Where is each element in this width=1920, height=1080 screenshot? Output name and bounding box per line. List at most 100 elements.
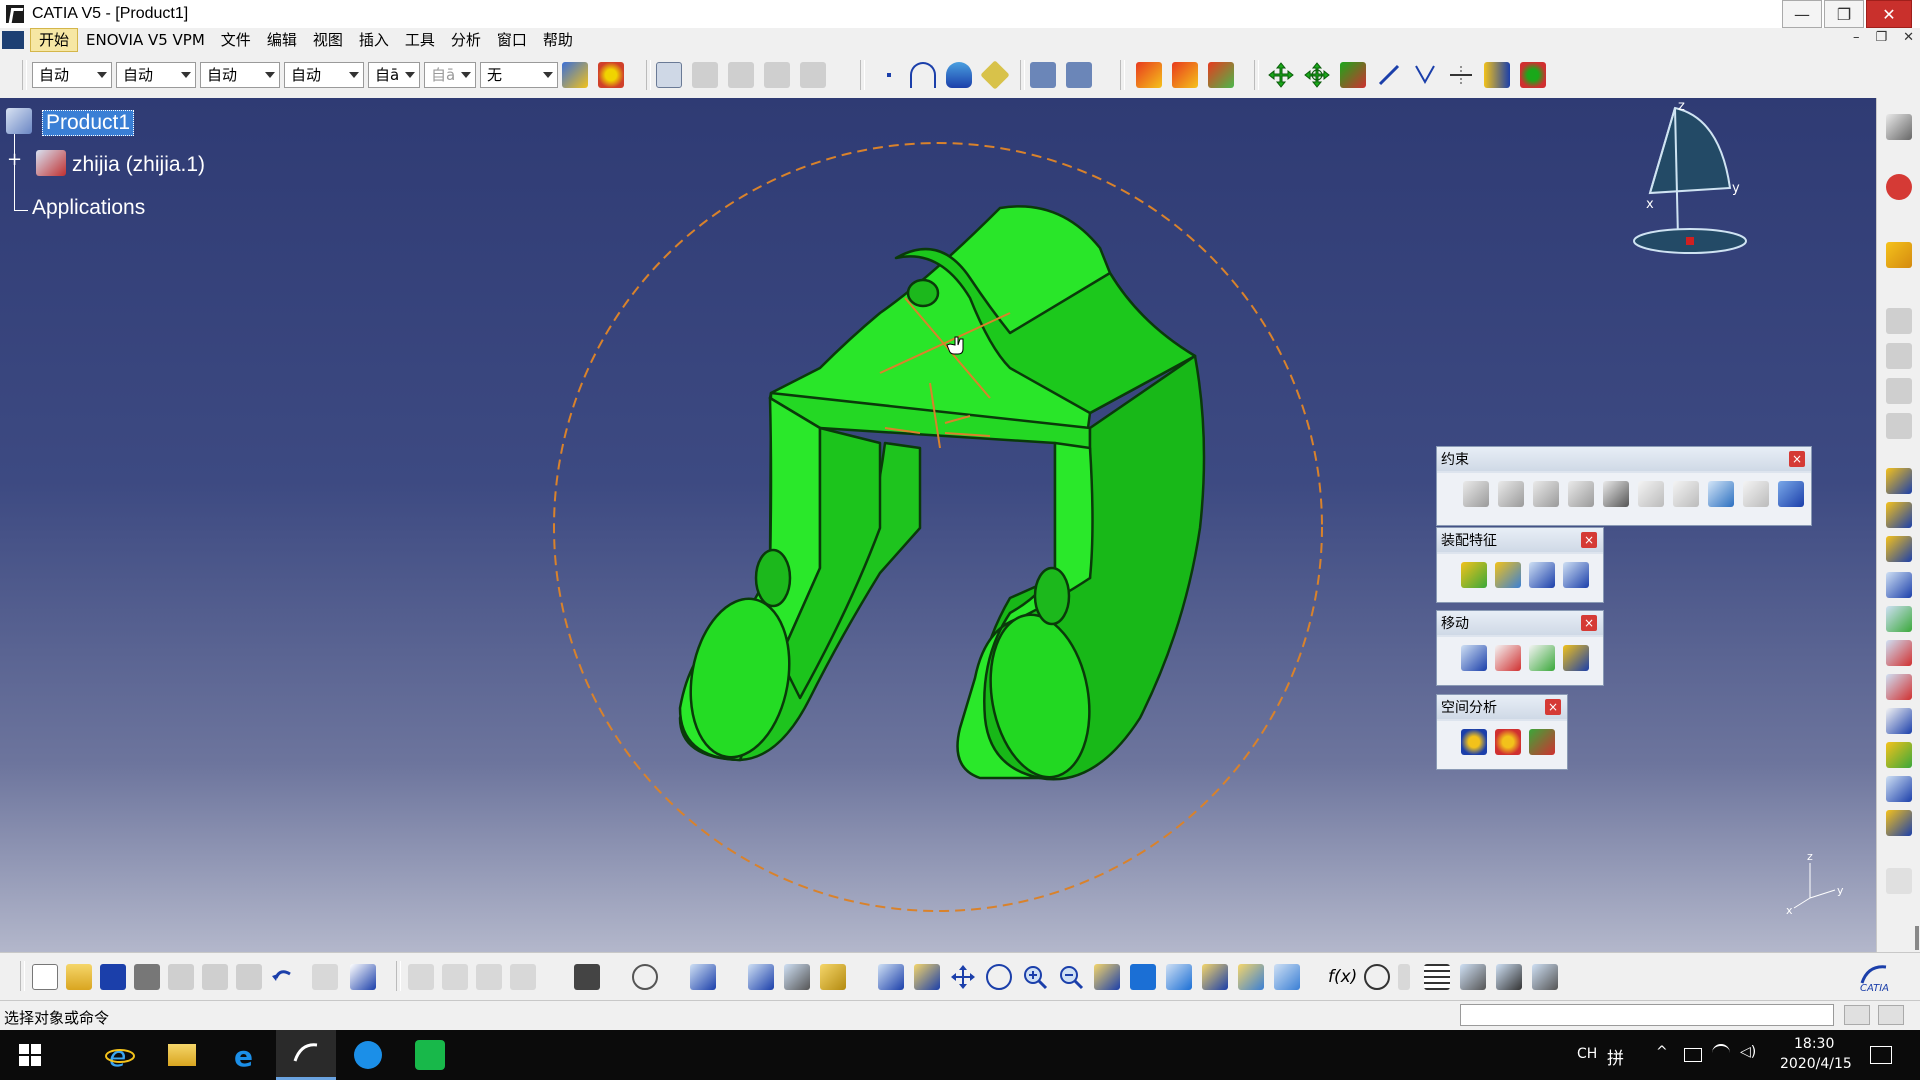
select-arrow-icon[interactable] [1886,242,1912,268]
zoom-out-icon[interactable] [1058,964,1084,990]
surface-icon[interactable] [946,62,972,88]
space-analysis-toolbar[interactable]: 空间分析 × [1436,694,1568,770]
copy-icon[interactable] [202,964,228,990]
new-part-icon[interactable] [1208,62,1234,88]
menu-tools[interactable]: 工具 [397,29,443,51]
table-icon[interactable] [1424,964,1450,990]
toolbar-grip[interactable] [1120,60,1125,90]
explode-icon[interactable] [1412,62,1438,88]
close-toolbar-button[interactable]: × [1581,532,1597,548]
shading-icon[interactable] [1202,964,1228,990]
redo-icon[interactable] [312,964,338,990]
insert-part-icon[interactable] [764,62,790,88]
menu-start[interactable]: 开始 [30,28,79,52]
toolbar-grip[interactable] [20,961,25,991]
point-icon[interactable] [876,62,902,88]
explode-icon[interactable] [1529,645,1555,671]
windows-start-icon[interactable] [0,1030,60,1080]
enhanced-scene-icon[interactable] [1886,776,1912,802]
new-file-icon[interactable] [32,964,58,990]
coincidence-constraint-icon[interactable] [1463,481,1489,507]
swap-visible-space-icon[interactable] [1274,964,1300,990]
offset-constraint-icon[interactable] [1533,481,1559,507]
scene-icon[interactable] [1030,62,1056,88]
rotate-icon[interactable] [1304,62,1330,88]
graphic-property-thickness-combo[interactable]: 自动 [200,62,280,88]
annotation-icon[interactable] [1886,708,1912,734]
remove-icon[interactable] [1563,562,1589,588]
whats-this-icon[interactable] [350,964,376,990]
menu-edit[interactable]: 编辑 [259,29,305,51]
move-toolbar[interactable]: 移动 × [1436,610,1604,686]
undo-icon[interactable] [270,964,296,990]
graph-tree-reorder-icon[interactable] [1886,536,1912,562]
restore-button[interactable]: ❐ [1824,0,1864,28]
sectioning-icon[interactable] [1495,729,1521,755]
close-toolbar-button[interactable]: × [1545,699,1561,715]
distance-band-icon[interactable] [1529,729,1555,755]
applied-scene-icon[interactable] [1066,62,1092,88]
rotate-view-icon[interactable] [986,964,1012,990]
macro-icon[interactable] [1496,964,1522,990]
measure-item-icon[interactable] [784,964,810,990]
smart-move-icon[interactable] [1376,62,1402,88]
plane-icon[interactable] [980,60,1010,90]
graphic-property-fill-combo[interactable]: 自动 [32,62,112,88]
menu-insert[interactable]: 插入 [351,29,397,51]
apply-material-icon[interactable] [598,62,624,88]
wechat-icon[interactable] [400,1030,460,1080]
doc-minimize-button[interactable]: – [1853,30,1860,45]
bill-of-material-icon[interactable] [1886,810,1912,836]
assembly-features-toolbar[interactable]: 装配特征 × [1436,527,1604,603]
catalog-browser-icon[interactable] [656,62,682,88]
spline-icon[interactable] [910,62,936,88]
polygon-trap-icon[interactable] [1886,378,1912,404]
command-input[interactable] [1460,1004,1834,1026]
paste-icon[interactable] [236,964,262,990]
multi-view-icon[interactable] [1130,964,1156,990]
snap-icon[interactable] [1495,645,1521,671]
menu-analyze[interactable]: 分析 [443,29,489,51]
fit-all-in-icon[interactable] [914,964,940,990]
menu-view[interactable]: 视图 [305,29,351,51]
media-player-icon[interactable] [338,1030,398,1080]
angle-constraint-icon[interactable] [1568,481,1594,507]
file-explorer-icon[interactable] [152,1030,212,1080]
toolbar-grip[interactable] [1020,60,1025,90]
pocket-icon[interactable] [1529,562,1555,588]
notification-icon[interactable] [1870,1046,1892,1064]
manipulation-icon[interactable] [1461,645,1487,671]
clash-icon[interactable] [1461,729,1487,755]
battery-icon[interactable] [1684,1048,1702,1062]
close-toolbar-button[interactable]: × [1789,451,1805,467]
product-structure-icon[interactable] [1886,468,1912,494]
painter-icon[interactable] [562,62,588,88]
selective-load-icon[interactable] [1886,606,1912,632]
multi-instantiation-icon[interactable] [1886,674,1912,700]
ime-language[interactable]: CH [1577,1046,1597,1062]
new-product-icon[interactable] [1172,62,1198,88]
toolbar-grip[interactable] [646,60,651,90]
manage-representations-icon[interactable] [1886,640,1912,666]
volume-icon[interactable]: ◁) [1740,1044,1756,1060]
part-zhijia[interactable] [678,205,1206,785]
select-trap-icon[interactable] [1886,308,1912,334]
fly-mode-icon[interactable] [878,964,904,990]
constraints-toolbar[interactable]: 约束 × [1436,446,1812,526]
reuse-pattern-icon[interactable] [1778,481,1804,507]
document-icon[interactable] [2,31,24,49]
power-input-button[interactable] [1844,1005,1870,1025]
update-icon[interactable] [1520,62,1546,88]
clock-time[interactable]: 18:30 [1794,1036,1834,1052]
flexible-rigid-icon[interactable] [1708,481,1734,507]
quick-constraint-icon[interactable] [1673,481,1699,507]
doc-close-button[interactable]: ✕ [1903,30,1914,45]
menu-help[interactable]: 帮助 [535,29,581,51]
insert-component-icon[interactable] [692,62,718,88]
insert-product-icon[interactable] [728,62,754,88]
catalog-icon[interactable] [1460,964,1486,990]
menu-window[interactable]: 窗口 [489,29,535,51]
cut-icon[interactable] [168,964,194,990]
minimize-button[interactable]: — [1782,0,1822,28]
stop-manipulate-icon[interactable] [1563,645,1589,671]
